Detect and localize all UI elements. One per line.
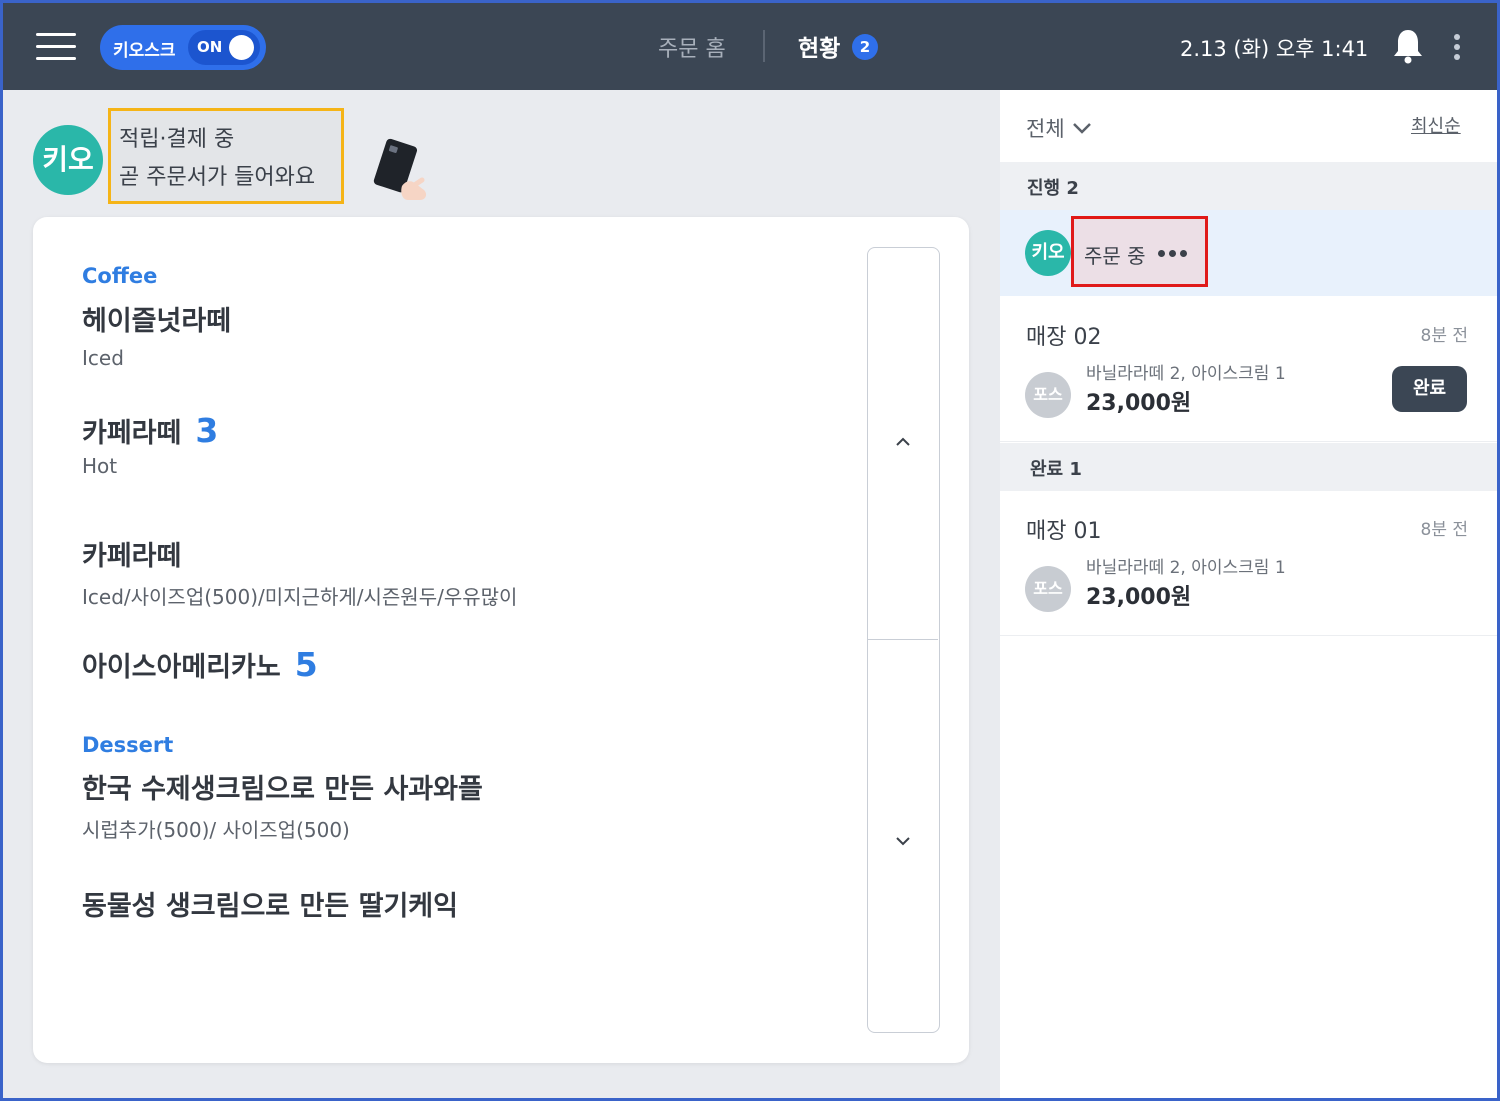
datetime: 2.13 (화) 오후 1:41 <box>1180 37 1369 61</box>
status-count-badge: 2 <box>852 34 878 60</box>
order-list-panel: 전체 최신순 진행 2 키오 주문 중 매장 02 8분 전 포스 바닐라라떼 … <box>1000 90 1500 1101</box>
order-items-summary: 바닐라라떼 2, 아이스크림 1 <box>1086 558 1286 578</box>
category-label-dessert: Dessert <box>82 733 174 757</box>
category-label-coffee: Coffee <box>82 264 158 288</box>
switch-knob <box>229 35 254 60</box>
kiosk-avatar: 키오 <box>33 125 103 195</box>
ordering-status-highlight: 주문 중 <box>1071 216 1208 287</box>
order-item: 아이스아메리카노 5 <box>82 645 318 684</box>
notice-line-1: 적립·결제 중 <box>119 127 235 152</box>
kiosk-avatar: 키오 <box>1025 230 1071 276</box>
chevron-up-icon <box>896 437 910 446</box>
top-bar: 키오스크 ON 주문 홈 현황 2 2.13 (화) 오후 1:41 <box>0 0 1500 90</box>
order-card: Coffee 헤이즐넛라떼 Iced 카페라떼 3 Hot 카페라떼 Iced/사… <box>33 217 969 1063</box>
kiosk-toggle[interactable]: 키오스크 ON <box>100 25 266 70</box>
order-row[interactable]: 매장 01 8분 전 포스 바닐라라떼 2, 아이스크림 1 23,000원 <box>1000 491 1500 636</box>
notice-line-2: 곧 주문서가 들어와요 <box>119 165 316 190</box>
time-ago: 8분 전 <box>1420 326 1469 346</box>
item-quantity: 3 <box>195 411 219 450</box>
order-detail-panel: 키오 적립·결제 중 곧 주문서가 들어와요 Coffee 헤이즐넛라떼 Ice… <box>0 90 1000 1101</box>
kiosk-switch-state: ON <box>197 38 223 56</box>
section-title: 완료 1 <box>1030 459 1082 480</box>
item-quantity: 5 <box>294 645 318 684</box>
ordering-status: 주문 중 <box>1084 244 1146 268</box>
complete-button[interactable]: 완료 <box>1392 366 1467 412</box>
chevron-down-icon <box>896 837 910 846</box>
item-name: 헤이즐넛라떼 <box>82 306 232 337</box>
item-options: Iced <box>82 346 124 370</box>
section-title: 진행 2 <box>1027 178 1079 199</box>
bell-icon[interactable] <box>1392 28 1424 64</box>
item-name: 동물성 생크림으로 만든 딸기케익 <box>82 891 458 922</box>
kiosk-label: 키오스크 <box>113 41 176 61</box>
order-item: 동물성 생크림으로 만든 딸기케익 <box>82 884 458 923</box>
chevron-down-icon[interactable] <box>1072 122 1092 134</box>
store-name: 매장 01 <box>1026 519 1102 544</box>
item-options: Hot <box>82 454 118 478</box>
order-item: 헤이즐넛라떼 Iced <box>82 299 231 370</box>
active-order-row[interactable]: 키오 주문 중 <box>1000 210 1500 296</box>
item-name: 카페라떼 <box>82 541 182 572</box>
order-item: 카페라떼 3 Hot <box>82 411 218 478</box>
menu-icon[interactable] <box>36 33 76 61</box>
section-header-in-progress: 진행 2 <box>1000 162 1500 210</box>
order-item: 한국 수제생크림으로 만든 사과와플 시럽추가(500)/ 사이즈업(500) <box>82 767 483 843</box>
order-row[interactable]: 매장 02 8분 전 포스 바닐라라떼 2, 아이스크림 1 23,000원 완… <box>1000 297 1500 442</box>
order-price: 23,000원 <box>1086 585 1192 610</box>
card-tap-icon <box>373 138 427 200</box>
scroll-controls <box>867 247 940 1033</box>
tab-order-home[interactable]: 주문 홈 <box>658 31 726 63</box>
typing-dots-icon <box>1158 250 1188 258</box>
pos-avatar: 포스 <box>1025 372 1071 418</box>
scroll-down-button[interactable] <box>868 641 938 1032</box>
item-name: 한국 수제생크림으로 만든 사과와플 <box>82 774 483 805</box>
kiosk-switch[interactable]: ON <box>188 30 260 65</box>
item-name: 아이스아메리카노 5 <box>82 645 318 684</box>
item-options: Iced/사이즈업(500)/미지근하게/시즌원두/우유많이 <box>82 585 518 609</box>
more-vertical-icon[interactable] <box>1448 32 1466 62</box>
store-name: 매장 02 <box>1026 325 1102 350</box>
pos-avatar: 포스 <box>1025 566 1071 612</box>
section-header-done: 완료 1 <box>1000 443 1500 491</box>
nav-divider <box>763 30 765 62</box>
order-items-summary: 바닐라라떼 2, 아이스크림 1 <box>1086 364 1286 384</box>
item-options: 시럽추가(500)/ 사이즈업(500) <box>82 818 350 842</box>
time-ago: 8분 전 <box>1420 520 1469 540</box>
filter-dropdown[interactable]: 전체 <box>1026 113 1065 143</box>
item-name: 카페라떼 3 <box>82 411 219 450</box>
scroll-up-button[interactable] <box>868 248 938 640</box>
order-item: 카페라떼 Iced/사이즈업(500)/미지근하게/시즌원두/우유많이 <box>82 534 517 610</box>
order-price: 23,000원 <box>1086 391 1192 416</box>
payment-notice: 적립·결제 중 곧 주문서가 들어와요 <box>108 108 344 204</box>
sort-latest-link[interactable]: 최신순 <box>1411 112 1461 138</box>
tab-status[interactable]: 현황 <box>798 29 840 63</box>
